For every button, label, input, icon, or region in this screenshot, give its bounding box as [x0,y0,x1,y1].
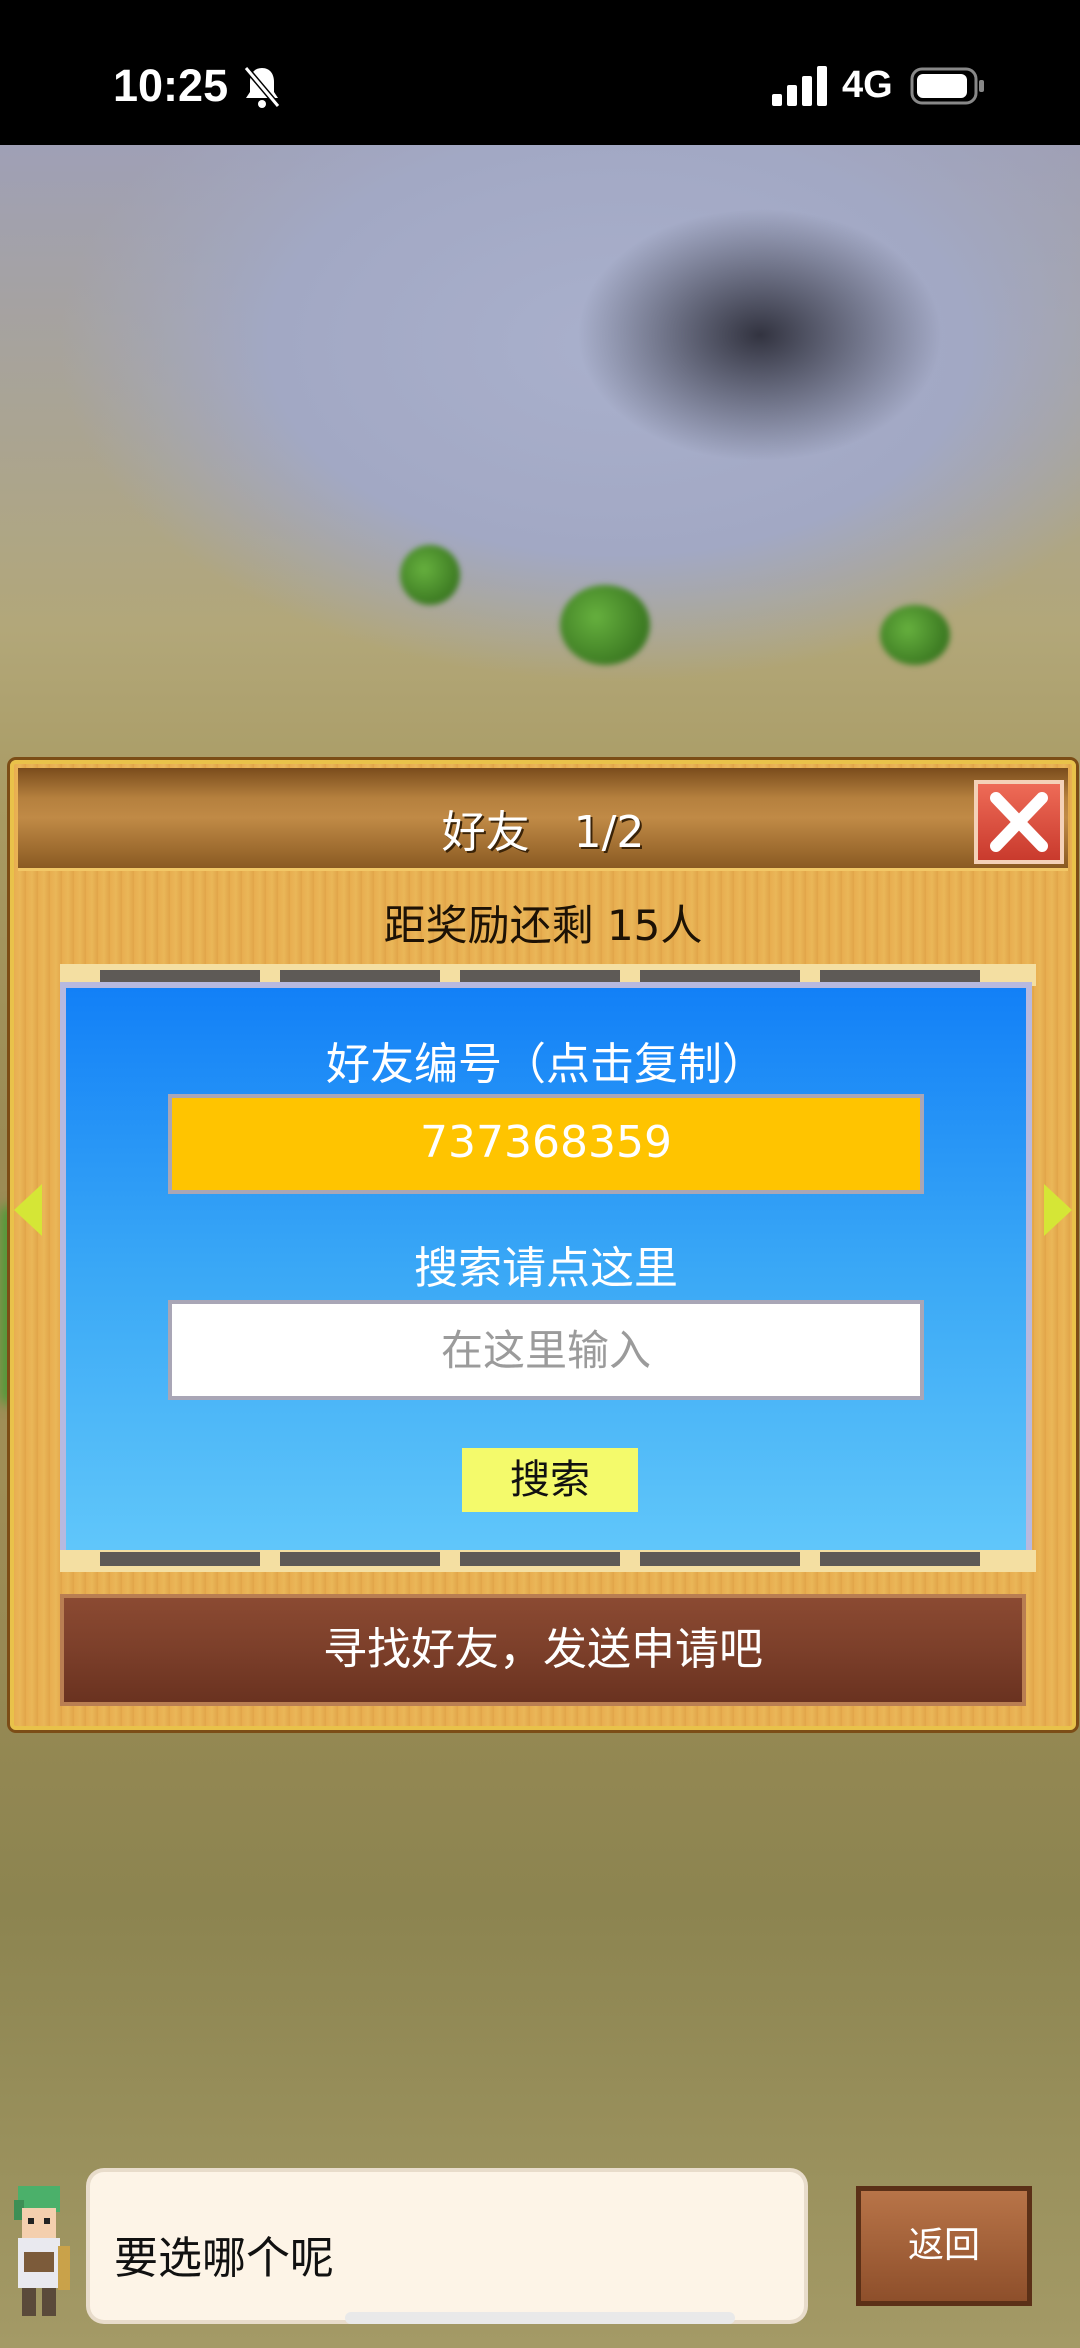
status-bar: 10:25 4G [0,0,1080,145]
close-button[interactable] [974,780,1064,864]
friend-id-label: 好友编号（点击复制） [326,1039,766,1090]
find-friends-button[interactable]: 寻找好友，发送申请吧 [60,1594,1026,1706]
status-time: 10:25 [113,60,229,111]
search-input[interactable] [168,1300,924,1400]
search-label: 搜索请点这里 [414,1243,678,1294]
battery-icon [910,67,984,105]
search-button[interactable]: 搜索 [462,1448,638,1512]
reward-remaining-text: 距奖励还剩 15人 [383,901,703,950]
panel-rail-bottom [60,1550,1036,1572]
network-type: 4G [842,64,893,106]
friends-dialog: 好友 1/2 距奖励还剩 15人 好友编号（点击复制） 737368359 搜索… [10,760,1076,1730]
speech-text: 要选哪个呢 [114,2233,334,2284]
dialog-header: 好友 1/2 [18,768,1068,871]
tree [560,585,650,665]
character-avatar [14,2186,70,2316]
next-page-arrow-icon[interactable] [1044,1184,1072,1236]
tree [400,545,460,605]
back-button[interactable]: 返回 [856,2186,1032,2306]
dialog-title: 好友 1/2 [441,807,645,858]
bell-slash-icon [243,66,281,108]
home-indicator[interactable] [345,2312,735,2324]
tree [880,605,950,665]
friend-search-panel: 好友编号（点击复制） 737368359 搜索请点这里 搜索 [60,982,1032,1562]
signal-icon [772,66,827,106]
friend-id-copy-button[interactable]: 737368359 [168,1094,924,1194]
close-icon [990,792,1048,852]
prev-page-arrow-icon[interactable] [14,1184,42,1236]
speech-bubble: 要选哪个呢 [90,2172,804,2320]
